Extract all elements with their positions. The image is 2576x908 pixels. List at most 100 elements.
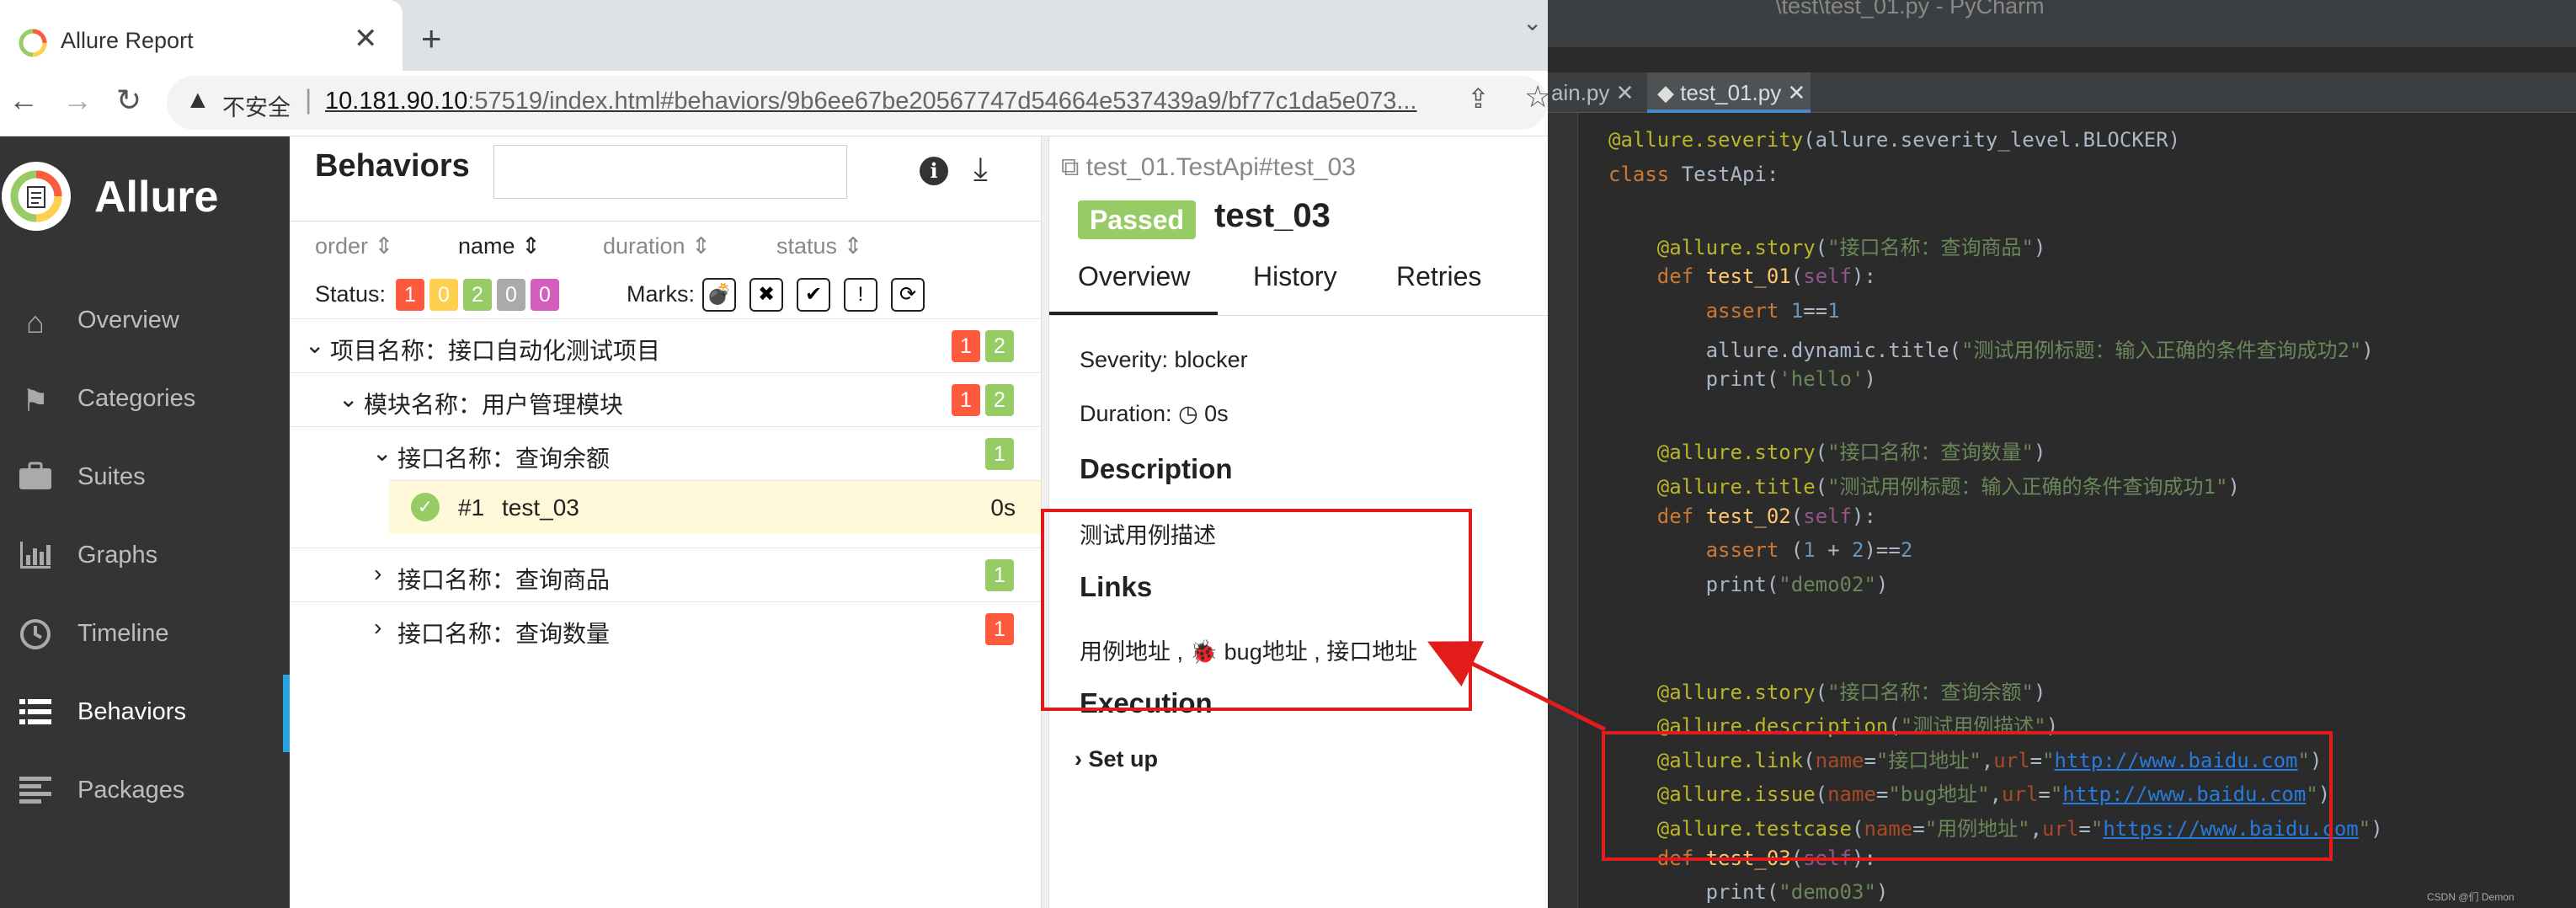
test-case-number: #1 bbox=[458, 494, 485, 521]
code-token: == bbox=[1803, 299, 1828, 323]
code-token: + bbox=[1815, 538, 1853, 563]
tree-node-project[interactable]: ⌄ 项目名称：接口自动化测试项目 1 2 bbox=[290, 318, 1041, 372]
tree-node-story-quantity[interactable]: › 接口名称：查询数量 1 bbox=[290, 601, 1041, 655]
code-line[interactable]: @allure.severity(allure.severity_level.B… bbox=[1608, 128, 2180, 152]
mark-new-failed-icon[interactable]: ✖ bbox=[749, 278, 783, 312]
list-icon bbox=[17, 697, 54, 730]
sidebar-item-categories[interactable]: ⚑ Categories bbox=[0, 361, 290, 439]
forward-arrow-icon[interactable]: → bbox=[62, 83, 93, 118]
annotation-box-links bbox=[1041, 509, 1472, 711]
watermark-text: CSDN @们 Demon bbox=[2427, 891, 2515, 903]
pycharm-titlebar: \test\test_01.py - PyCharm bbox=[1548, 0, 2576, 47]
code-line[interactable]: print("demo02") bbox=[1608, 572, 1889, 596]
code-line[interactable]: assert 1==1 bbox=[1608, 299, 1840, 323]
test-case-row[interactable]: ✓ #1 test_03 0s bbox=[389, 480, 1041, 534]
sort-name-label: name bbox=[458, 233, 515, 259]
tab-retries[interactable]: Retries bbox=[1396, 261, 1481, 292]
code-line[interactable]: @allure.story("接口名称：查询数量") bbox=[1608, 435, 2046, 465]
reload-icon[interactable]: ↻ bbox=[116, 83, 141, 118]
code-line[interactable]: def test_01(self): bbox=[1608, 264, 1876, 288]
clock-icon bbox=[17, 618, 54, 652]
code-line[interactable]: allure.dynamic.title("测试用例标题：输入正确的条件查询成功… bbox=[1608, 334, 2374, 363]
status-skipped-badge[interactable]: 0 bbox=[497, 279, 525, 311]
insecure-label[interactable]: 不安全 bbox=[222, 89, 291, 122]
mark-new-broken-icon[interactable]: ! bbox=[844, 278, 877, 312]
url-path: :57519/index.html#behaviors/9b6ee67be205… bbox=[467, 88, 1417, 115]
tree-node-story-balance[interactable]: ⌄ 接口名称：查询余额 1 bbox=[290, 426, 1041, 480]
sidebar-item-behaviors[interactable]: Behaviors bbox=[0, 675, 290, 752]
sort-icon: ⇕ bbox=[843, 233, 863, 259]
code-token: print( bbox=[1608, 367, 1779, 392]
page-title: Behaviors bbox=[315, 148, 470, 184]
code-token: TestApi: bbox=[1681, 162, 1779, 186]
code-token: 2 bbox=[1852, 538, 1864, 563]
status-passed-badge[interactable]: 2 bbox=[463, 279, 492, 311]
setup-toggle[interactable]: › Set up bbox=[1075, 746, 1158, 772]
status-broken-badge[interactable]: 0 bbox=[429, 279, 458, 311]
code-line[interactable]: @allure.story("接口名称：查询余额") bbox=[1608, 676, 2046, 705]
test-case-path-text: test_01.TestApi#test_03 bbox=[1085, 153, 1356, 181]
sidebar-item-label: Graphs bbox=[77, 542, 158, 569]
status-failed-badge[interactable]: 1 bbox=[396, 279, 424, 311]
new-tab-button[interactable]: + bbox=[421, 19, 442, 59]
tab-close-icon[interactable]: ✕ bbox=[1616, 80, 1635, 105]
sort-status[interactable]: status ⇕ bbox=[776, 233, 862, 259]
sort-name[interactable]: name ⇕ bbox=[458, 233, 541, 259]
chevron-right-icon: › bbox=[1075, 746, 1082, 772]
sidebar-item-packages[interactable]: Packages bbox=[0, 753, 290, 831]
info-icon[interactable]: i bbox=[920, 157, 948, 185]
code-line[interactable]: class TestApi: bbox=[1608, 163, 1779, 186]
code-line[interactable]: print("demo03") bbox=[1608, 880, 1889, 904]
sidebar-item-suites[interactable]: Suites bbox=[0, 440, 290, 517]
code-token: ): bbox=[1852, 504, 1876, 528]
mark-retries-icon[interactable]: ⟳ bbox=[891, 278, 925, 312]
copy-icon[interactable]: ⧉ bbox=[1061, 153, 1079, 181]
mark-new-passed-icon[interactable]: ✔ bbox=[797, 278, 830, 312]
search-input[interactable] bbox=[493, 145, 847, 199]
mark-flaky-icon[interactable]: 💣 bbox=[702, 278, 736, 312]
url-input[interactable]: ▲ 不安全 | 10.181.90.10:57519/index.html#be… bbox=[167, 76, 1548, 130]
sidebar-item-label: Timeline bbox=[77, 620, 169, 647]
code-line[interactable]: def test_02(self): bbox=[1608, 505, 1876, 528]
tab-history[interactable]: History bbox=[1253, 261, 1337, 292]
sort-order[interactable]: order ⇕ bbox=[315, 233, 393, 259]
code-line[interactable]: @allure.story("接口名称：查询商品") bbox=[1608, 231, 2046, 260]
failed-count-badge: 1 bbox=[985, 613, 1014, 645]
test-case-path: ⧉ test_01.TestApi#test_03 bbox=[1061, 153, 1356, 182]
code-token: ( bbox=[1815, 441, 1828, 465]
share-icon[interactable]: ⇪ bbox=[1467, 83, 1490, 115]
code-line[interactable]: @allure.title("测试用例标题：输入正确的条件查询成功1") bbox=[1608, 470, 2240, 499]
sidebar-item-overview[interactable]: ⌂ Overview bbox=[0, 283, 290, 361]
code-token: ) bbox=[2034, 441, 2046, 465]
editor-tab-test01[interactable]: ◆ test_01.py ✕ bbox=[1647, 72, 1811, 113]
sort-duration[interactable]: duration ⇕ bbox=[603, 233, 711, 259]
tree-node-story-goods[interactable]: › 接口名称：查询商品 1 bbox=[290, 547, 1041, 601]
failed-count-badge: 1 bbox=[952, 384, 980, 416]
status-unknown-badge[interactable]: 0 bbox=[531, 279, 559, 311]
code-token: ( bbox=[1790, 538, 1804, 563]
sidebar-item-timeline[interactable]: Timeline bbox=[0, 596, 290, 674]
code-line[interactable]: assert (1 + 2)==2 bbox=[1608, 538, 1913, 563]
tab-overview[interactable]: Overview bbox=[1078, 261, 1190, 292]
allure-brand[interactable]: Allure bbox=[0, 136, 290, 256]
editor-gutter[interactable] bbox=[1548, 113, 1578, 908]
tree-node-label: 接口名称：查询商品 bbox=[397, 567, 611, 593]
tab-title: Allure Report bbox=[61, 28, 194, 53]
sidebar-item-label: Packages bbox=[77, 777, 185, 804]
code-token: self bbox=[1803, 264, 1852, 289]
code-token: print( bbox=[1608, 572, 1779, 596]
code-token: 1 bbox=[1827, 299, 1840, 323]
code-token: )== bbox=[1864, 538, 1901, 563]
code-token: @allure.story bbox=[1608, 235, 1816, 259]
tree-node-module[interactable]: ⌄ 模块名称：用户管理模块 1 2 bbox=[290, 372, 1041, 426]
browser-window: Allure Report ✕ + ⌄ — ☐ ✕ ← → ↻ ▲ 不安全 | … bbox=[0, 0, 1802, 908]
back-arrow-icon[interactable]: ← bbox=[8, 83, 39, 118]
code-line[interactable]: print('hello') bbox=[1608, 367, 1876, 391]
editor-tab-main[interactable]: ain.py ✕ bbox=[1548, 72, 1635, 113]
tab-close-icon[interactable]: ✕ bbox=[354, 22, 378, 56]
sidebar-item-graphs[interactable]: Graphs bbox=[0, 518, 290, 596]
tree-node-label: 接口名称：查询数量 bbox=[397, 621, 611, 647]
tab-search-icon[interactable]: ⌄ bbox=[1523, 8, 1542, 36]
tab-close-icon[interactable]: ✕ bbox=[1787, 80, 1805, 105]
download-icon[interactable]: ⤓ bbox=[973, 152, 988, 188]
